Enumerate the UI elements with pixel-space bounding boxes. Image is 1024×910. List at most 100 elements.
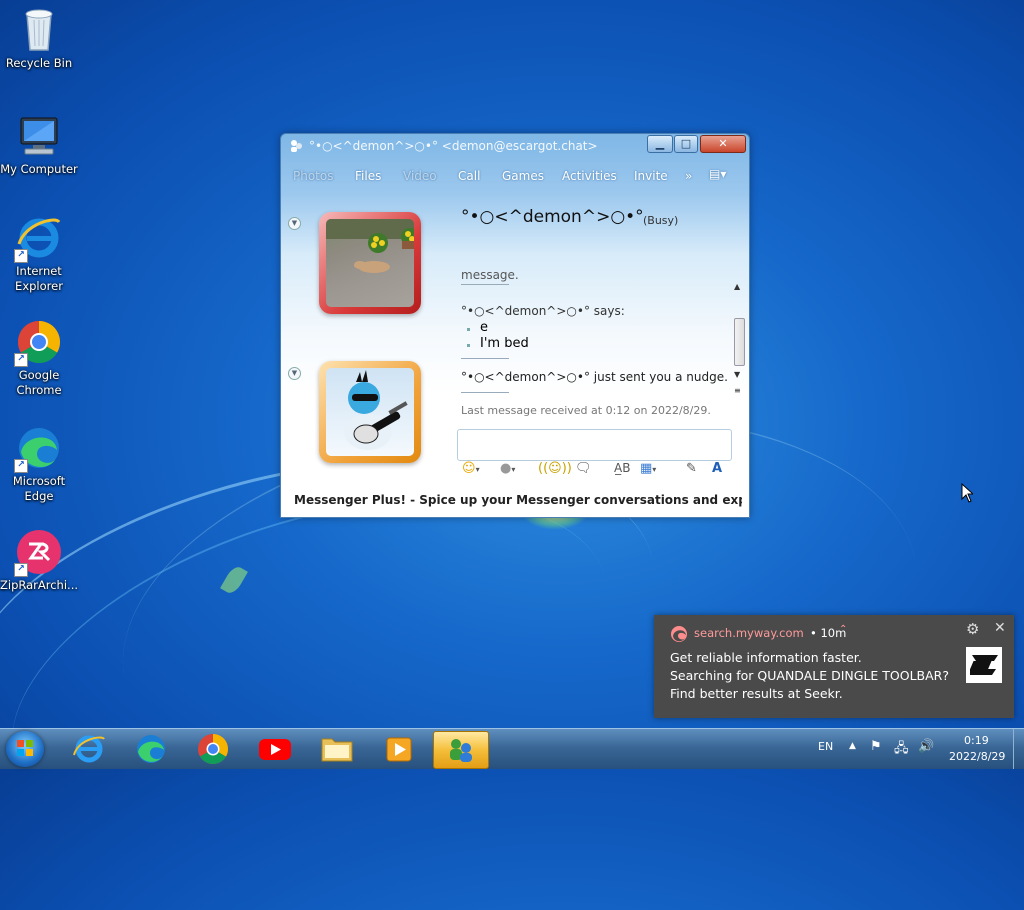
collapse-avatar-icon[interactable]: ▼: [288, 217, 301, 230]
spell-check-button[interactable]: A̲B: [614, 461, 630, 479]
background-picture-icon: ▦: [640, 461, 653, 476]
taskbar-microsoft-edge[interactable]: [124, 731, 178, 767]
close-notification-icon[interactable]: ✕: [994, 620, 1006, 636]
notification-line: Find better results at Seekr.: [670, 686, 843, 701]
menu-more[interactable]: »: [685, 169, 692, 183]
clock-date[interactable]: 2022/8/29: [949, 750, 1005, 763]
contact-display-name: °•○<^demon^>○•°: [461, 207, 644, 227]
menu-video[interactable]: Video: [403, 169, 437, 183]
maximize-button[interactable]: □: [674, 135, 698, 153]
edge-icon: [137, 735, 165, 763]
folder-icon: [321, 738, 353, 762]
wink-icon: ●: [500, 461, 512, 476]
language-indicator[interactable]: EN: [818, 740, 833, 753]
youtube-icon: [259, 739, 291, 760]
taskbar-youtube[interactable]: [248, 731, 302, 767]
desktop-icon-label: Internet Explorer: [15, 264, 63, 293]
messenger-icon: [289, 139, 303, 153]
sender-line: °•○<^demon^>○•° says:: [461, 304, 625, 318]
taskbar-google-chrome[interactable]: [186, 731, 240, 767]
menu-activities[interactable]: Activities: [562, 169, 617, 183]
window-titlebar[interactable]: °•○<^demon^>○•° <demon@escargot.chat> ▁ …: [281, 134, 749, 158]
taskbar-media-player[interactable]: [372, 731, 426, 767]
media-player-icon: [386, 737, 412, 762]
message-text: I'm bed: [480, 336, 529, 351]
taskbar-internet-explorer[interactable]: [62, 731, 116, 767]
show-desktop-button[interactable]: [1013, 729, 1024, 769]
network-icon[interactable]: 🖧: [894, 739, 909, 761]
minimize-button[interactable]: ▁: [647, 135, 673, 153]
menu-games[interactable]: Games: [502, 169, 544, 183]
action-center-icon[interactable]: ⚑: [870, 739, 882, 754]
messenger-plus-banner[interactable]: Messenger Plus! - Spice up your Messenge…: [294, 493, 742, 507]
menu-invite[interactable]: Invite: [634, 169, 668, 183]
desktop-icon-label: Google Chrome: [16, 368, 62, 397]
desktop-icon-google-chrome[interactable]: ↗ Google Chrome: [0, 318, 78, 398]
browser-notification[interactable]: search.myway.com • 10m ⌃ ⚙ ✕ Get reliabl…: [654, 615, 1014, 718]
taskbar-file-explorer[interactable]: [310, 731, 364, 767]
message-separator: [461, 284, 509, 285]
menu-photos[interactable]: Photos: [293, 169, 333, 183]
notification-line: Searching for QUANDALE DINGLE TOOLBAR?: [670, 668, 949, 683]
scroll-end-icon[interactable]: ≡: [734, 386, 741, 395]
message-separator: [461, 392, 509, 393]
desktop-icon-my-computer[interactable]: My Computer: [0, 112, 78, 177]
message-bullet: [467, 328, 470, 331]
contact-photo: [326, 219, 414, 307]
show-hidden-icons-icon[interactable]: ▲: [849, 741, 856, 751]
chevron-up-icon[interactable]: ⌃: [839, 624, 847, 635]
last-message-timestamp: Last message received at 0:12 on 2022/8/…: [461, 404, 711, 417]
menu-call[interactable]: Call: [458, 169, 480, 183]
collapse-avatar-icon[interactable]: ▼: [288, 367, 301, 380]
scroll-down-icon[interactable]: ▼: [734, 370, 740, 379]
nudge-icon: ((☺)): [538, 461, 572, 476]
volume-icon[interactable]: 🔊: [918, 739, 934, 754]
desktop-icon-microsoft-edge[interactable]: ↗ Microsoft Edge: [0, 424, 78, 504]
desktop-icon-label: My Computer: [0, 162, 78, 176]
background-button[interactable]: ▦▾: [640, 461, 656, 479]
font-icon: A: [712, 461, 723, 476]
clock-time[interactable]: 0:19: [964, 734, 989, 747]
message-text: e: [480, 320, 488, 335]
close-button[interactable]: ✕: [700, 135, 746, 153]
start-button[interactable]: [6, 731, 44, 767]
desktop-icon-ziprararchiver[interactable]: ↗ ZipRarArchi...: [0, 528, 78, 593]
shortcut-arrow-icon: ↗: [14, 563, 28, 577]
mouse-cursor-icon: [961, 482, 975, 506]
internet-explorer-icon: [73, 735, 105, 763]
desktop-icon-internet-explorer[interactable]: ↗ Internet Explorer: [0, 214, 78, 294]
contact-avatar[interactable]: [319, 212, 421, 314]
handwriting-button[interactable]: ✎: [686, 461, 697, 479]
menu-files[interactable]: Files: [355, 169, 381, 183]
scrollbar-thumb[interactable]: [734, 318, 745, 366]
scroll-up-icon[interactable]: ▲: [734, 282, 740, 291]
conversation-scrollbar[interactable]: ▲ ▼ ≡: [732, 280, 746, 398]
conversation-history[interactable]: message. °•○<^demon^>○•° says: e I'm bed…: [455, 272, 731, 400]
edge-icon: [670, 625, 688, 646]
menu-options-icon[interactable]: ▤▾: [709, 167, 726, 181]
recycle-bin-icon: [15, 6, 63, 54]
desktop-icon-recycle-bin[interactable]: Recycle Bin: [0, 6, 78, 71]
chrome-icon: [198, 734, 229, 765]
ziprar-icon: ↗: [14, 528, 63, 577]
nudge-notice: °•○<^demon^>○•° just sent you a nudge.: [461, 370, 728, 384]
taskbar-messenger[interactable]: [433, 731, 489, 769]
user-display-picture: [326, 368, 414, 456]
shortcut-arrow-icon: ↗: [14, 249, 28, 263]
nudge-button[interactable]: ((☺)): [538, 461, 572, 479]
settings-gear-icon[interactable]: ⚙: [966, 620, 979, 638]
spell-check-icon: A̲B: [614, 461, 631, 475]
wink-button[interactable]: ●▾: [500, 461, 515, 479]
pen-icon: ✎: [686, 461, 697, 476]
voice-clip-button[interactable]: 🗨: [575, 461, 592, 479]
message-bullet: [467, 344, 470, 347]
conversation-text-cut: message.: [461, 272, 519, 282]
shortcut-arrow-icon: ↗: [14, 459, 28, 473]
message-separator: [461, 358, 509, 359]
taskbar: EN ▲ ⚑ 🖧 🔊 0:19 2022/8/29: [0, 728, 1024, 769]
emoticon-button[interactable]: ☺▾: [462, 461, 480, 479]
user-avatar[interactable]: [319, 361, 421, 463]
message-input[interactable]: [457, 429, 732, 461]
font-button[interactable]: A: [712, 461, 722, 479]
notification-line: Get reliable information faster.: [670, 650, 862, 665]
